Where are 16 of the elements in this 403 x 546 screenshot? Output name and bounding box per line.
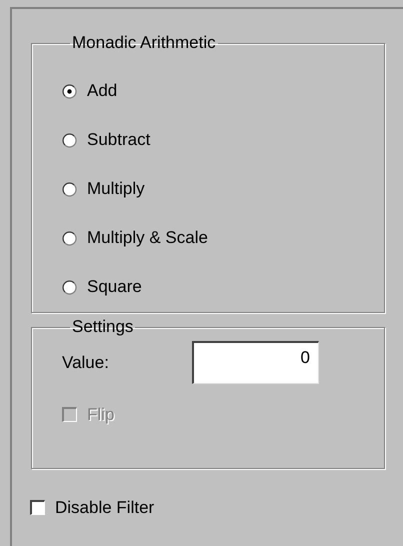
radio-button[interactable] [62,280,77,294]
radio-label[interactable]: Add [87,78,118,104]
radio-label[interactable]: Multiply & Scale [87,225,208,251]
radio-button[interactable] [62,230,77,246]
radio-button[interactable] [62,132,77,148]
group-title: Settings [71,317,134,337]
radio-button[interactable] [62,182,77,196]
value-field[interactable]: 0 [192,341,319,384]
checkbox[interactable] [30,500,45,516]
field-label: Value: [62,352,110,374]
checkbox-label[interactable]: Disable Filter [55,495,154,520]
radio-label[interactable]: Multiply [87,176,145,202]
radio-button[interactable] [62,84,77,98]
radio-label[interactable]: Square [87,274,142,300]
group-title: Monadic Arithmetic [71,33,217,53]
radio-label[interactable]: Subtract [87,127,150,153]
